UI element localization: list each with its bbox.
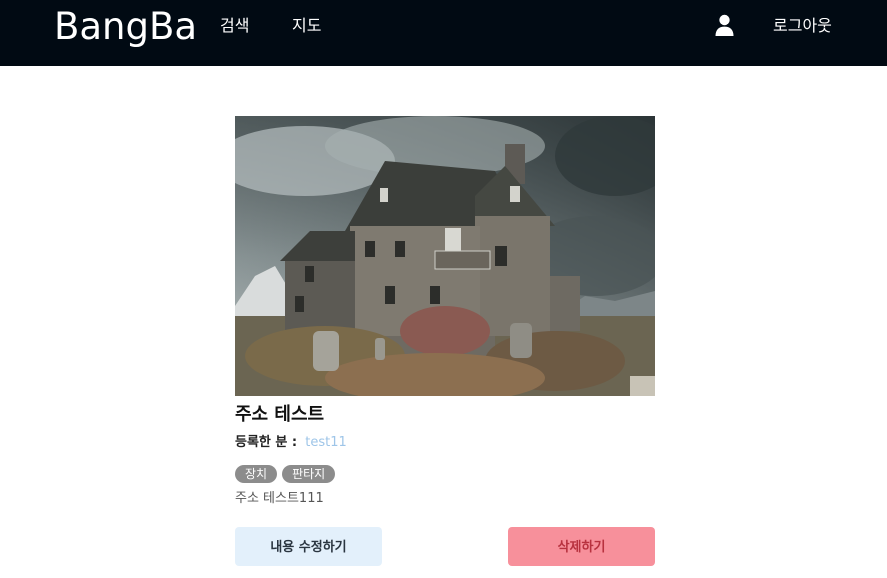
listing-title: 주소 테스트 — [235, 404, 325, 425]
registrant-label: 등록한 분 : — [235, 435, 298, 450]
logout-link[interactable]: 로그아웃 — [773, 15, 832, 37]
nav-link-map[interactable]: 지도 — [292, 15, 321, 37]
edit-button[interactable]: 내용 수정하기 — [235, 527, 382, 566]
nav-link-search[interactable]: 검색 — [220, 15, 249, 37]
tag-badge: 판타지 — [282, 465, 336, 483]
listing-detail: 주소 테스트111 — [235, 491, 324, 506]
navbar: BangBa 검색 지도 로그아웃 — [0, 0, 887, 66]
listing-card: 주소 테스트 등록한 분 : test11 장치 판타지 주소 테스트111 내… — [235, 116, 655, 566]
delete-button[interactable]: 삭제하기 — [508, 527, 655, 566]
registrant-row: 등록한 분 : test11 — [235, 434, 347, 452]
brand-logo[interactable]: BangBa — [54, 4, 197, 50]
house-photo — [235, 116, 655, 396]
tag-badge: 장치 — [235, 465, 278, 483]
user-icon[interactable] — [714, 14, 735, 36]
registrant-name-link[interactable]: test11 — [305, 435, 347, 450]
tag-list: 장치 판타지 — [235, 465, 336, 483]
